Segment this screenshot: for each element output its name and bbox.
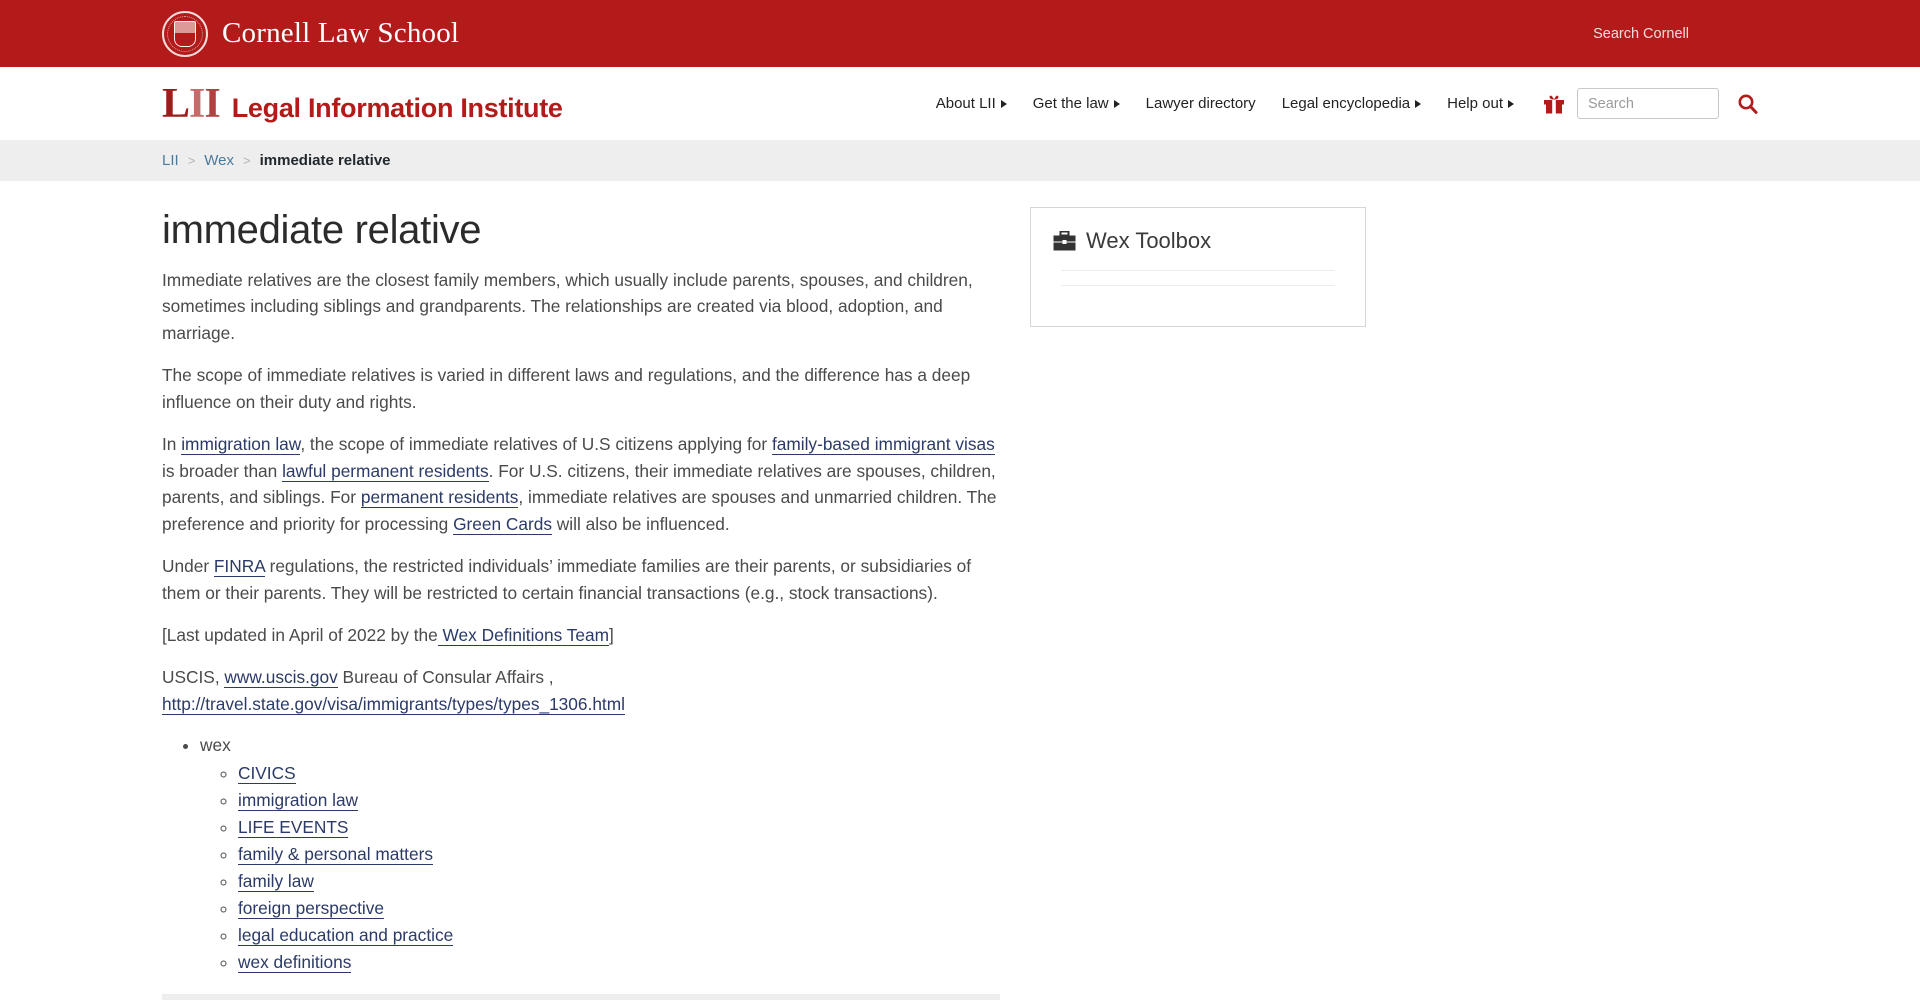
taxonomy-link-life-events[interactable]: LIFE EVENTS <box>238 817 349 839</box>
lii-mark-i1: I <box>189 80 205 127</box>
link-immigration-law[interactable]: immigration law <box>181 434 301 456</box>
paragraph-sources: USCIS, www.uscis.gov Bureau of Consular … <box>162 664 1000 717</box>
nav-item-legal-encyclopedia[interactable]: Legal encyclopedia <box>1269 89 1434 118</box>
list-item: foreign perspective <box>238 896 1000 922</box>
lii-mark-i2: I <box>204 80 220 127</box>
lii-logo-mark: LII <box>162 80 221 127</box>
cornell-top-bar: Cornell Law School Search Cornell <box>0 0 1920 67</box>
nav-label: Help out <box>1447 95 1503 112</box>
list-item: family & personal matters <box>238 842 1000 868</box>
breadcrumb-separator: > <box>243 153 251 168</box>
search-cornell-link[interactable]: Search Cornell <box>1593 26 1689 42</box>
wex-toolbox-header: Wex Toolbox <box>1053 228 1343 254</box>
text-fragment: , the scope of immediate relatives of U.… <box>300 434 772 455</box>
list-item: LIFE EVENTS <box>238 815 1000 841</box>
lii-logo-link[interactable]: LII Legal Information Institute <box>162 83 563 125</box>
link-family-based-immigrant-visas[interactable]: family-based immigrant visas <box>771 434 995 456</box>
nav-item-lawyer-directory[interactable]: Lawyer directory <box>1133 89 1269 118</box>
text-fragment: Under <box>162 556 214 577</box>
taxonomy-root: wex CIVICS immigration law LIFE EVENTS f… <box>200 733 1000 975</box>
nav-label: Get the law <box>1032 95 1109 112</box>
text-fragment: Bureau of Consular Affairs , <box>337 667 554 688</box>
taxonomy-children: CIVICS immigration law LIFE EVENTS famil… <box>200 761 1000 976</box>
chevron-right-icon <box>1113 99 1120 108</box>
list-item: immigration law <box>238 788 1000 814</box>
nav-item-get-the-law[interactable]: Get the law <box>1020 89 1133 118</box>
article-content: immediate relative Immediate relatives a… <box>162 181 1000 1000</box>
link-finra[interactable]: FINRA <box>213 556 265 578</box>
taxonomy-list: wex CIVICS immigration law LIFE EVENTS f… <box>162 733 1000 975</box>
text-fragment: regulations, the restricted individuals’… <box>162 556 972 603</box>
breadcrumb-bar: LII > Wex > immediate relative <box>0 140 1920 181</box>
content-footer-strip <box>162 993 1000 1000</box>
search-icon <box>1738 94 1758 114</box>
lii-mark-l: L <box>162 80 190 127</box>
list-item: family law <box>238 869 1000 895</box>
chevron-right-icon <box>1508 99 1514 108</box>
text-fragment: is broader than <box>162 460 283 481</box>
page-title: immediate relative <box>162 208 482 252</box>
wex-toolbox-panel: Wex Toolbox <box>1030 207 1366 327</box>
taxonomy-link-civics[interactable]: CIVICS <box>238 763 296 785</box>
toolbox-divider <box>1061 270 1335 271</box>
nav-item-about-lii[interactable]: About LII <box>923 89 1020 118</box>
text-fragment: ] <box>609 624 614 645</box>
text-fragment: USCIS, <box>162 667 225 688</box>
paragraph-last-updated: [Last updated in April of 2022 by the We… <box>162 622 1000 648</box>
sidebar: Wex Toolbox <box>1030 181 1366 327</box>
cornell-brand-link[interactable]: Cornell Law School <box>162 10 460 57</box>
lii-header: LII Legal Information Institute About LI… <box>0 67 1920 140</box>
nav-label: Lawyer directory <box>1145 95 1256 112</box>
search-submit-button[interactable] <box>1737 93 1758 114</box>
wex-toolbox-title: Wex Toolbox <box>1086 228 1212 253</box>
header-search <box>1577 88 1758 119</box>
link-travel-state-gov[interactable]: http://travel.state.gov/visa/immigrants/… <box>162 693 625 715</box>
gift-icon[interactable] <box>1543 93 1565 114</box>
link-permanent-residents[interactable]: permanent residents <box>360 487 519 509</box>
primary-navigation: About LII Get the law Lawyer directory L… <box>923 88 1758 119</box>
list-item: wex definitions <box>238 950 1000 976</box>
breadcrumb-separator: > <box>187 153 196 168</box>
taxonomy-link-wex-definitions[interactable]: wex definitions <box>238 951 352 973</box>
list-item: CIVICS <box>238 761 1000 787</box>
taxonomy-link-immigration-law[interactable]: immigration law <box>238 790 359 812</box>
taxonomy-root-label: wex <box>200 735 231 756</box>
text-fragment: will also be influenced. <box>552 513 730 534</box>
link-lawful-permanent-residents[interactable]: lawful permanent residents <box>282 460 489 482</box>
toolbox-divider <box>1061 285 1335 286</box>
lii-wordmark: Legal Information Institute <box>231 92 563 123</box>
taxonomy-link-legal-education-and-practice[interactable]: legal education and practice <box>238 924 454 946</box>
nav-item-help-out[interactable]: Help out <box>1434 89 1527 118</box>
search-input[interactable] <box>1577 88 1719 119</box>
cornell-seal-icon <box>162 10 208 57</box>
nav-label: Legal encyclopedia <box>1281 95 1411 112</box>
paragraph-finra: Under FINRA regulations, the restricted … <box>162 553 1000 606</box>
text-fragment: In <box>162 434 182 455</box>
chevron-right-icon <box>1415 99 1422 108</box>
paragraph-scope: The scope of immediate relatives is vari… <box>162 365 971 412</box>
text-fragment: [Last updated in April of 2022 by the <box>162 624 438 645</box>
breadcrumb-item-wex[interactable]: Wex <box>204 152 234 169</box>
paragraph-immigration: In immigration law, the scope of immedia… <box>162 431 1000 537</box>
cornell-brand-label: Cornell Law School <box>222 17 460 49</box>
taxonomy-link-family-personal-matters[interactable]: family & personal matters <box>238 844 433 866</box>
list-item: legal education and practice <box>238 923 1000 949</box>
breadcrumb: LII > Wex > immediate relative <box>155 152 1765 169</box>
page-body: immediate relative Immediate relatives a… <box>155 181 1765 1000</box>
breadcrumb-item-current: immediate relative <box>259 152 391 169</box>
taxonomy-link-foreign-perspective[interactable]: foreign perspective <box>238 897 385 919</box>
chevron-right-icon <box>1000 99 1007 108</box>
paragraph-definition: Immediate relatives are the closest fami… <box>162 270 973 343</box>
breadcrumb-item-lii[interactable]: LII <box>162 152 179 169</box>
link-green-cards[interactable]: Green Cards <box>453 513 552 535</box>
link-wex-definitions-team[interactable]: Wex Definitions Team <box>437 624 610 646</box>
link-uscis-gov[interactable]: www.uscis.gov <box>224 667 338 689</box>
briefcase-icon <box>1053 231 1076 251</box>
nav-label: About LII <box>935 95 996 112</box>
taxonomy-link-family-law[interactable]: family law <box>238 871 314 893</box>
